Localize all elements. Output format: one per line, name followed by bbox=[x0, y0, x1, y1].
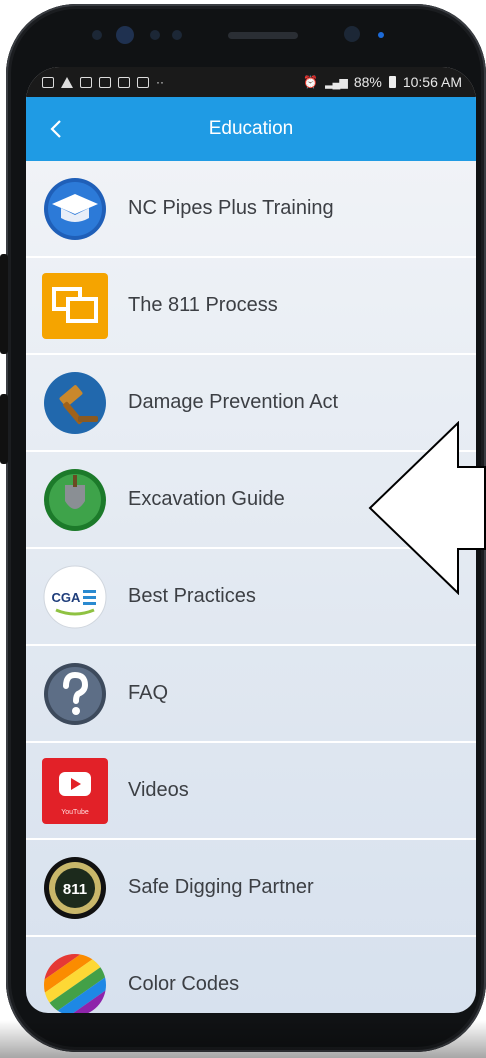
bixby-button bbox=[0, 394, 8, 464]
phone-top-bezel bbox=[6, 4, 486, 64]
811-badge-text: 811 bbox=[63, 881, 87, 898]
gallery-icon bbox=[137, 76, 149, 88]
list-item-safe-digging-partner[interactable]: 811 Safe Digging Partner bbox=[26, 840, 476, 937]
page-title: Education bbox=[208, 118, 294, 139]
proximity-sensor bbox=[92, 30, 102, 40]
list-item-the-811-process[interactable]: The 811 Process bbox=[26, 258, 476, 355]
volume-button bbox=[0, 254, 8, 354]
list-item-label: Best Practices bbox=[128, 585, 256, 607]
alert-icon bbox=[61, 76, 73, 88]
811-badge-icon: 811 bbox=[44, 856, 106, 919]
clock: 10:56 AM bbox=[402, 74, 462, 90]
signal-icon: ▂▄▆ bbox=[325, 76, 348, 89]
list-item-label: Color Codes bbox=[128, 973, 240, 995]
app-bar: Education bbox=[26, 97, 476, 161]
led-indicator bbox=[378, 32, 384, 38]
system-icons: ⏰ ▂▄▆ 88% 10:56 AM bbox=[303, 74, 462, 90]
list-item-faq[interactable]: FAQ bbox=[26, 646, 476, 743]
youtube-icon: YouTube bbox=[42, 757, 108, 824]
list-item-label: The 811 Process bbox=[128, 294, 278, 316]
list-item-label: Excavation Guide bbox=[128, 488, 285, 510]
alarm-icon: ⏰ bbox=[303, 75, 319, 89]
youtube-wordmark: YouTube bbox=[61, 809, 89, 816]
more-icon: ·· bbox=[156, 75, 164, 89]
iris-sensor-2 bbox=[172, 30, 182, 40]
bottom-shadow bbox=[0, 1020, 486, 1058]
notification-icons: ·· bbox=[42, 75, 164, 89]
list-item-nc-pipes-plus-training[interactable]: NC Pipes Plus Training bbox=[26, 161, 476, 258]
secondary-camera bbox=[344, 26, 360, 42]
gavel-icon bbox=[44, 371, 106, 434]
battery-percent: 88% bbox=[353, 74, 382, 90]
back-button[interactable] bbox=[40, 113, 72, 145]
earpiece-speaker bbox=[228, 32, 298, 39]
color-wheel-icon bbox=[42, 951, 108, 1013]
list-item-label: Safe Digging Partner bbox=[128, 876, 314, 898]
cga-logo-text: CGA bbox=[52, 590, 82, 605]
chevron-left-icon bbox=[50, 120, 61, 138]
list-item-label: Damage Prevention Act bbox=[128, 391, 339, 413]
list-item-color-codes[interactable]: Color Codes bbox=[26, 937, 476, 1013]
calendar-icon bbox=[80, 76, 92, 88]
list-item-label: Videos bbox=[128, 779, 189, 801]
message-icon bbox=[99, 76, 111, 88]
front-camera bbox=[116, 26, 134, 44]
mail-icon bbox=[42, 76, 54, 88]
battery-icon bbox=[388, 76, 396, 88]
list-item-label: FAQ bbox=[128, 682, 169, 704]
shovel-icon bbox=[44, 468, 106, 531]
bag-icon bbox=[118, 76, 130, 88]
cga-logo-icon: CGA bbox=[43, 565, 107, 628]
list-item-label: NC Pipes Plus Training bbox=[128, 197, 334, 219]
iris-sensor bbox=[150, 30, 160, 40]
status-bar: ·· ⏰ ▂▄▆ 88% 10:56 AM bbox=[26, 67, 476, 97]
callout-arrow bbox=[368, 421, 486, 595]
monitors-icon bbox=[42, 272, 108, 339]
graduation-cap-icon bbox=[44, 177, 106, 240]
list-item-videos[interactable]: YouTube Videos bbox=[26, 743, 476, 840]
question-icon bbox=[44, 662, 106, 725]
